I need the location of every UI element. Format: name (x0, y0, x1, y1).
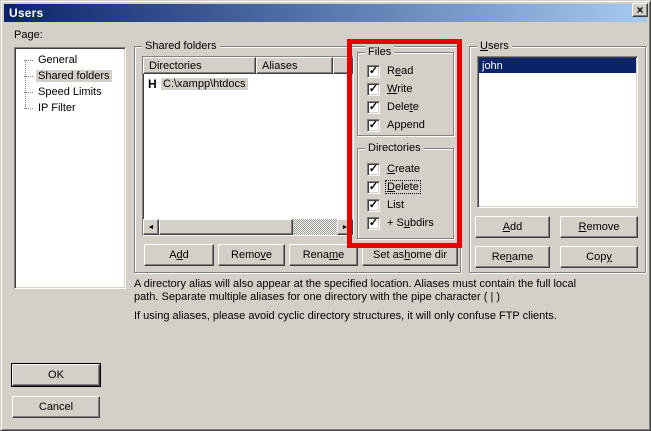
check-icon: ✓ (369, 66, 378, 77)
sidebar-item-speed-limits[interactable]: Speed Limits (17, 84, 123, 100)
append-checkbox[interactable]: ✓ (367, 119, 380, 132)
folder-rename-button[interactable]: Rename (289, 244, 358, 266)
tree-branch-icon (24, 92, 33, 93)
subdirs-checkbox[interactable]: ✓ (367, 217, 380, 230)
list-item-user-john[interactable]: john (479, 58, 636, 73)
dir-delete-label: Delete (386, 181, 420, 193)
tree-branch-icon (24, 60, 33, 61)
check-icon: ✓ (369, 84, 378, 95)
read-label: Read (386, 65, 414, 77)
append-checkbox-row[interactable]: ✓ Append (367, 118, 426, 132)
tree-branch-icon (24, 76, 33, 77)
check-icon: ✓ (369, 164, 378, 175)
sidebar-item-general[interactable]: General (17, 52, 123, 68)
check-icon: ✓ (369, 200, 378, 211)
dir-delete-checkbox-row[interactable]: ✓ Delete (367, 180, 420, 194)
create-checkbox[interactable]: ✓ (367, 163, 380, 176)
scrollbar-thumb[interactable] (159, 219, 293, 235)
directories-permissions-group: Directories ✓ Create ✓ Delete ✓ List ✓ +… (357, 148, 454, 239)
append-label: Append (386, 119, 426, 131)
column-header-filler (333, 57, 353, 74)
file-delete-checkbox-row[interactable]: ✓ Delete (367, 100, 420, 114)
directories-group-label: Directories (365, 142, 424, 154)
dir-delete-checkbox[interactable]: ✓ (367, 181, 380, 194)
list-body[interactable]: H C:\xampp\htdocs (143, 74, 353, 219)
files-group-label: Files (365, 46, 394, 58)
table-row[interactable]: H C:\xampp\htdocs (143, 76, 353, 91)
directory-cell: C:\xampp\htdocs (161, 78, 248, 90)
folder-remove-button[interactable]: Remove (218, 244, 285, 266)
help-line-2: path. Separate multiple aliases for one … (134, 291, 646, 304)
alias-help-text: A directory alias will also appear at th… (134, 278, 646, 323)
shared-folders-list[interactable]: Directories Aliases H C:\xampp\htdocs ◄ … (142, 56, 354, 236)
user-remove-button[interactable]: Remove (560, 216, 638, 238)
file-delete-checkbox[interactable]: ✓ (367, 101, 380, 114)
write-checkbox[interactable]: ✓ (367, 83, 380, 96)
scroll-left-icon: ◄ (148, 224, 155, 231)
page-tree[interactable]: General Shared folders Speed Limits IP F… (14, 47, 126, 289)
read-checkbox-row[interactable]: ✓ Read (367, 64, 414, 78)
subdirs-checkbox-row[interactable]: ✓ + Subdirs (367, 216, 435, 230)
check-icon: ✓ (369, 182, 378, 193)
page-label: Page: (14, 29, 43, 41)
window-title: Users (9, 6, 43, 20)
check-icon: ✓ (369, 120, 378, 131)
column-header-aliases[interactable]: Aliases (256, 57, 333, 74)
user-add-button[interactable]: Add (475, 216, 550, 238)
tree-item-label: General (36, 54, 79, 66)
users-dialog: Users × Page: General Shared folders Spe… (0, 0, 651, 431)
tree-item-label: Speed Limits (36, 86, 104, 98)
ok-button[interactable]: OK (12, 364, 100, 386)
check-icon: ✓ (369, 218, 378, 229)
scrollbar-track[interactable] (293, 219, 337, 235)
users-group-label: Users (477, 40, 512, 52)
user-copy-button[interactable]: Copy (560, 246, 638, 268)
list-header: Directories Aliases (143, 57, 353, 74)
tree-item-label-selected: Shared folders (36, 70, 112, 82)
user-rename-button[interactable]: Rename (475, 246, 550, 268)
write-checkbox-row[interactable]: ✓ Write (367, 82, 413, 96)
read-checkbox[interactable]: ✓ (367, 65, 380, 78)
sidebar-item-shared-folders[interactable]: Shared folders (17, 68, 123, 84)
help-line-3: If using aliases, please avoid cyclic di… (134, 310, 646, 323)
titlebar[interactable]: Users (4, 4, 647, 22)
cancel-button[interactable]: Cancel (12, 396, 100, 418)
files-permissions-group: Files ✓ Read ✓ Write ✓ Delete ✓ Append (357, 52, 454, 136)
tree-branch-icon (24, 108, 33, 109)
shared-folders-group-label: Shared folders (142, 40, 220, 52)
create-label: Create (386, 163, 421, 175)
list-checkbox-row[interactable]: ✓ List (367, 198, 405, 212)
scroll-left-button[interactable]: ◄ (143, 219, 159, 235)
help-line-1: A directory alias will also appear at th… (134, 278, 646, 291)
create-checkbox-row[interactable]: ✓ Create (367, 162, 421, 176)
list-checkbox[interactable]: ✓ (367, 199, 380, 212)
folder-add-button[interactable]: Add (144, 244, 214, 266)
write-label: Write (386, 83, 413, 95)
users-list[interactable]: john (477, 56, 638, 208)
scroll-right-button[interactable]: ► (337, 219, 353, 235)
file-delete-label: Delete (386, 101, 420, 113)
list-label: List (386, 199, 405, 211)
check-icon: ✓ (369, 102, 378, 113)
tree-item-label: IP Filter (36, 102, 78, 114)
column-header-directories[interactable]: Directories (143, 57, 256, 74)
horizontal-scrollbar[interactable]: ◄ ► (143, 219, 353, 235)
home-marker: H (148, 77, 161, 91)
scroll-right-icon: ► (342, 224, 349, 231)
subdirs-label: + Subdirs (386, 217, 435, 229)
close-icon: × (636, 5, 643, 15)
close-button[interactable]: × (632, 3, 648, 17)
set-as-home-dir-button[interactable]: Set as home dir (362, 244, 458, 266)
sidebar-item-ip-filter[interactable]: IP Filter (17, 100, 123, 116)
